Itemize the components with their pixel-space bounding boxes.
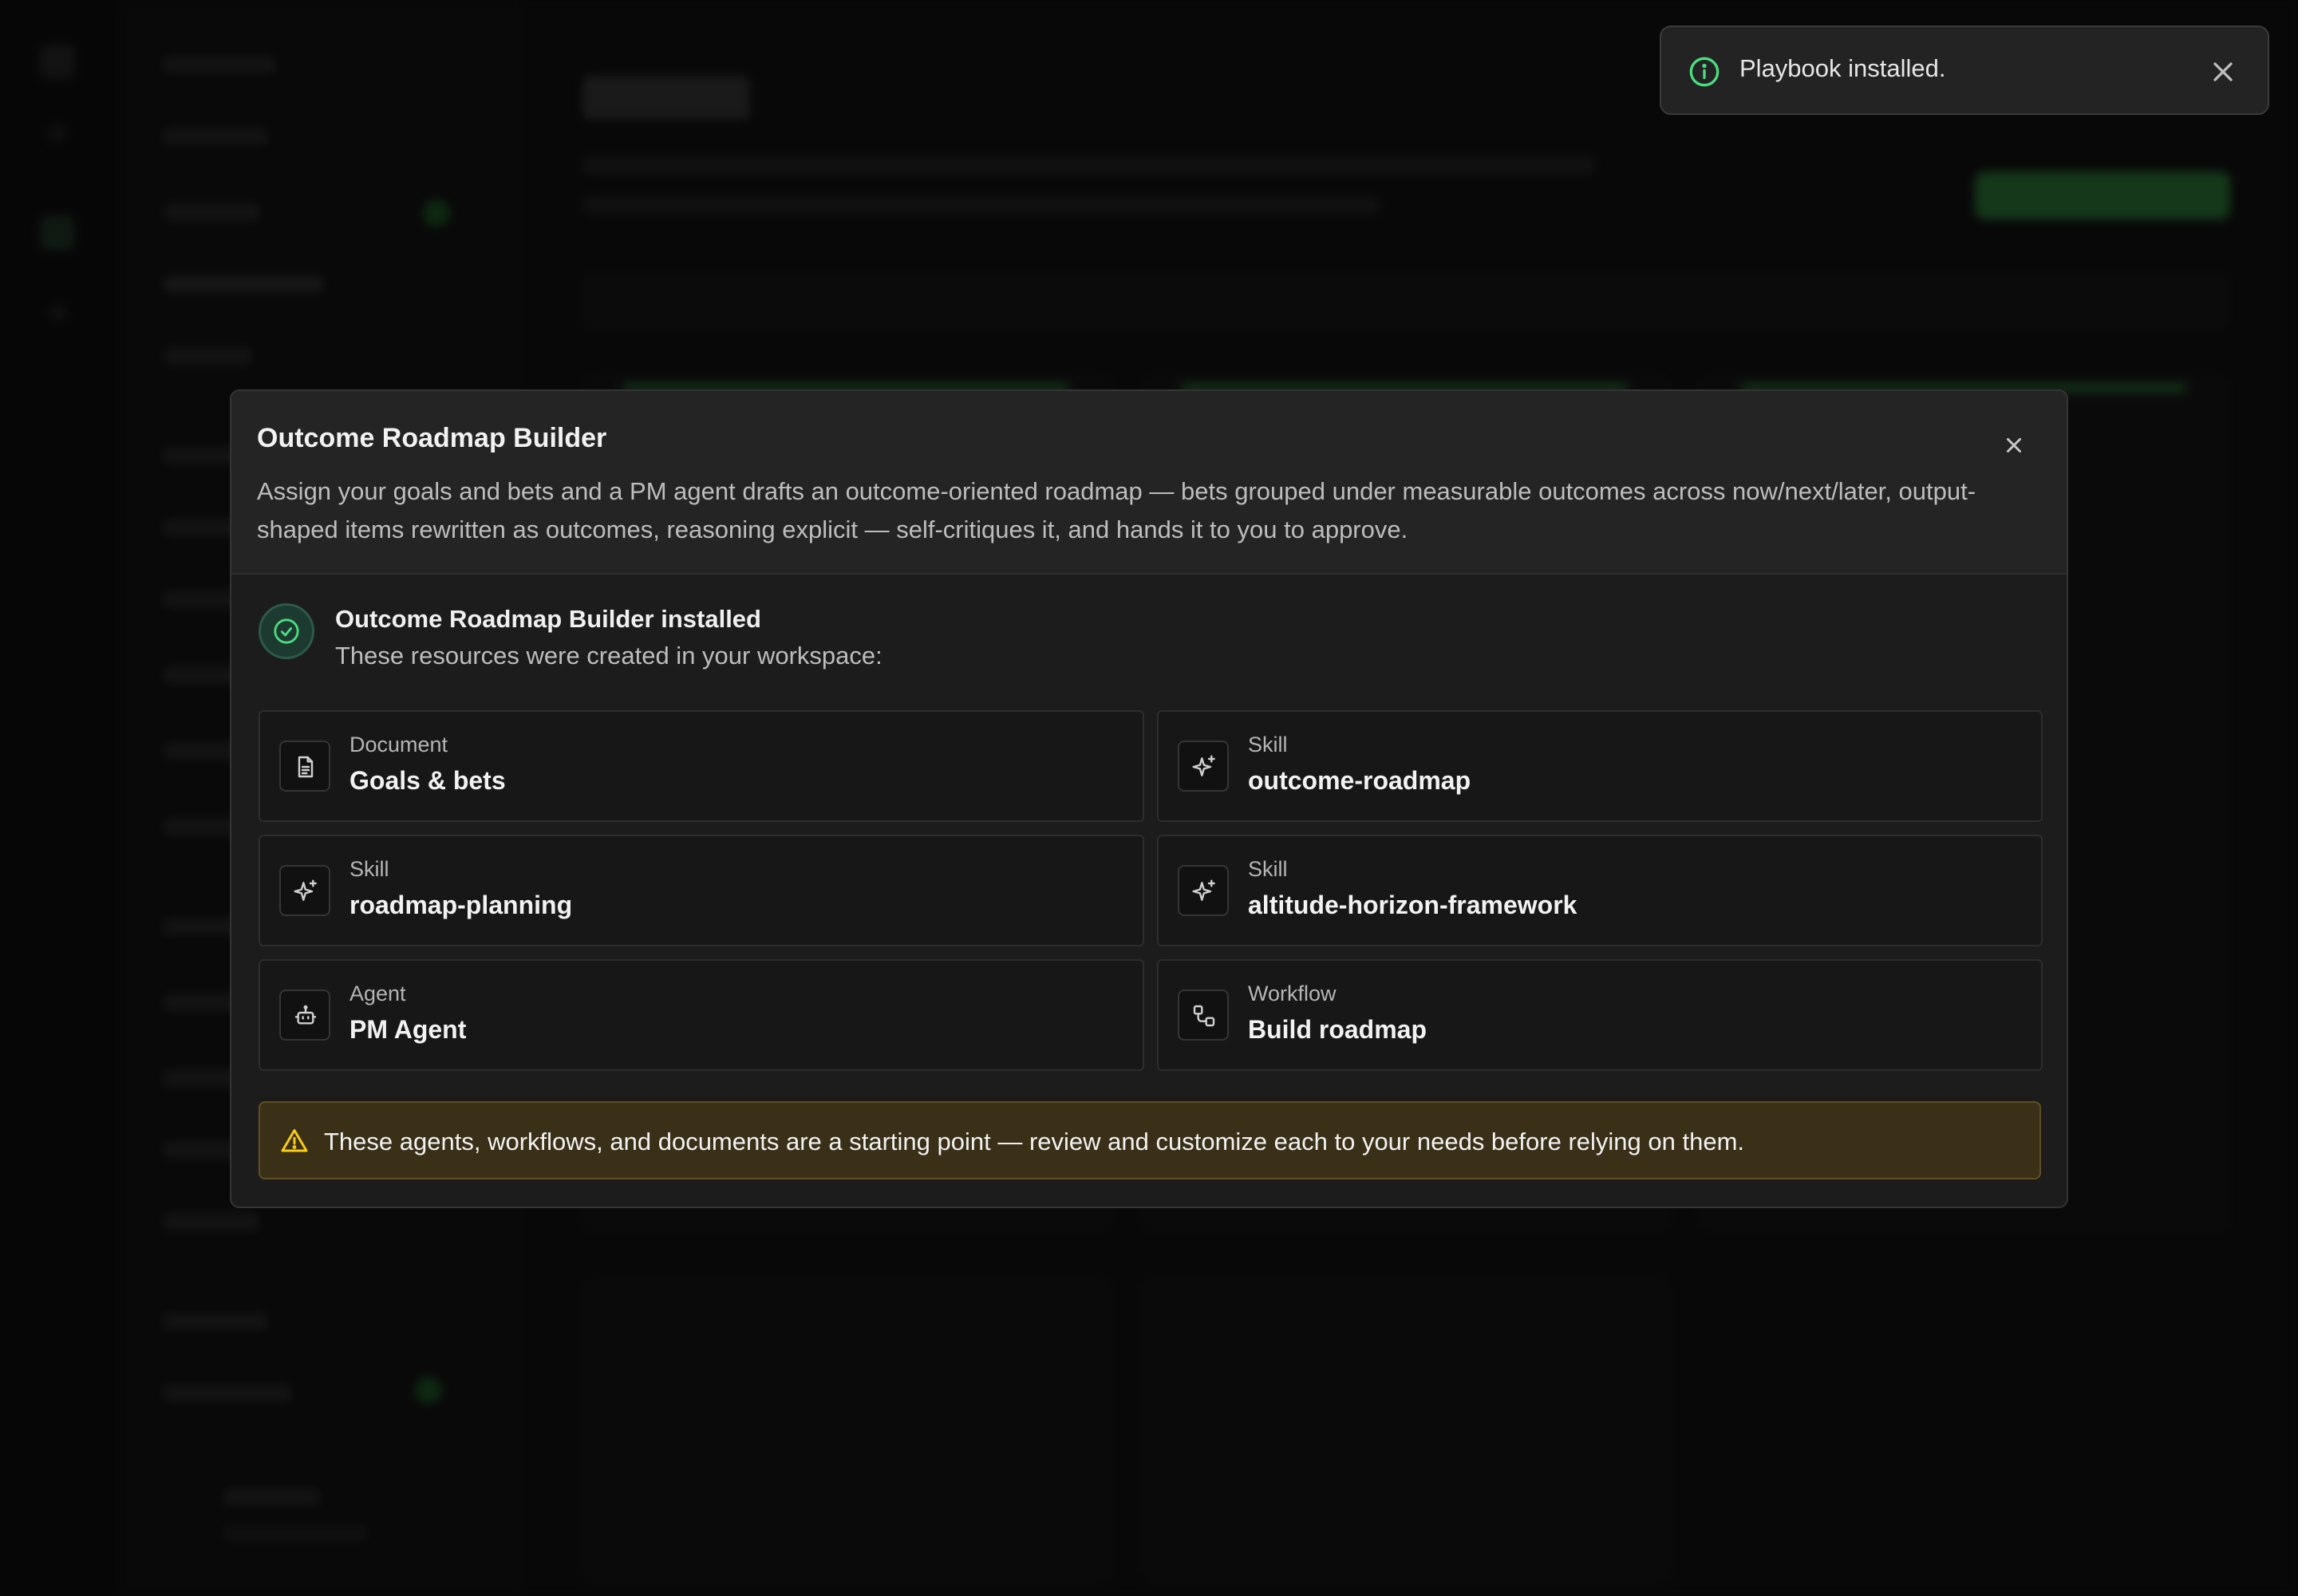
resource-card-skill[interactable]: Skill roadmap-planning: [259, 835, 1144, 946]
toast-close-icon[interactable]: [2207, 56, 2239, 88]
install-dialog: Outcome Roadmap Builder Assign your goal…: [230, 389, 2068, 1208]
sparkle-icon: [279, 865, 330, 916]
resource-type: Workflow: [1248, 982, 1337, 1005]
dialog-description: Assign your goals and bets and a PM agen…: [257, 477, 1976, 543]
success-subtitle: These resources were created in your wor…: [335, 642, 882, 670]
check-circle-icon: [259, 603, 314, 659]
resource-card-skill[interactable]: Skill altitude-horizon-framework: [1157, 835, 2043, 946]
warning-banner: These agents, workflows, and documents a…: [259, 1101, 2041, 1179]
resource-name: outcome-roadmap: [1248, 766, 1471, 795]
warning-triangle-icon: [279, 1127, 310, 1156]
resource-type: Skill: [1248, 857, 1288, 881]
resource-card-agent[interactable]: Agent PM Agent: [259, 959, 1144, 1071]
workflow-icon: [1178, 990, 1229, 1041]
resource-name: altitude-horizon-framework: [1248, 891, 1577, 919]
resource-type: Agent: [349, 982, 406, 1005]
resource-card-workflow[interactable]: Workflow Build roadmap: [1157, 959, 2043, 1071]
toast-notification: Playbook installed.: [1660, 26, 2269, 115]
sparkle-icon: [1178, 741, 1229, 792]
document-icon: [279, 741, 330, 792]
resource-name: PM Agent: [349, 1015, 467, 1044]
resource-type: Skill: [349, 857, 389, 881]
warning-text: These agents, workflows, and documents a…: [324, 1128, 1745, 1156]
dialog-header: Outcome Roadmap Builder Assign your goal…: [231, 391, 2067, 575]
resource-card-skill[interactable]: Skill outcome-roadmap: [1157, 710, 2043, 822]
sparkle-icon: [1178, 865, 1229, 916]
resource-type: Document: [349, 733, 448, 757]
toast-message: Playbook installed.: [1739, 54, 1946, 82]
dialog-title: Outcome Roadmap Builder: [257, 423, 607, 453]
resource-card-document[interactable]: Document Goals & bets: [259, 710, 1144, 822]
success-title: Outcome Roadmap Builder installed: [335, 605, 761, 633]
resource-name: Build roadmap: [1248, 1015, 1427, 1044]
dialog-close-icon[interactable]: [2000, 431, 2028, 460]
robot-icon: [279, 990, 330, 1041]
resource-type: Skill: [1248, 733, 1288, 757]
resource-name: Goals & bets: [349, 766, 506, 795]
info-icon: [1688, 56, 1720, 88]
resource-name: roadmap-planning: [349, 891, 573, 919]
